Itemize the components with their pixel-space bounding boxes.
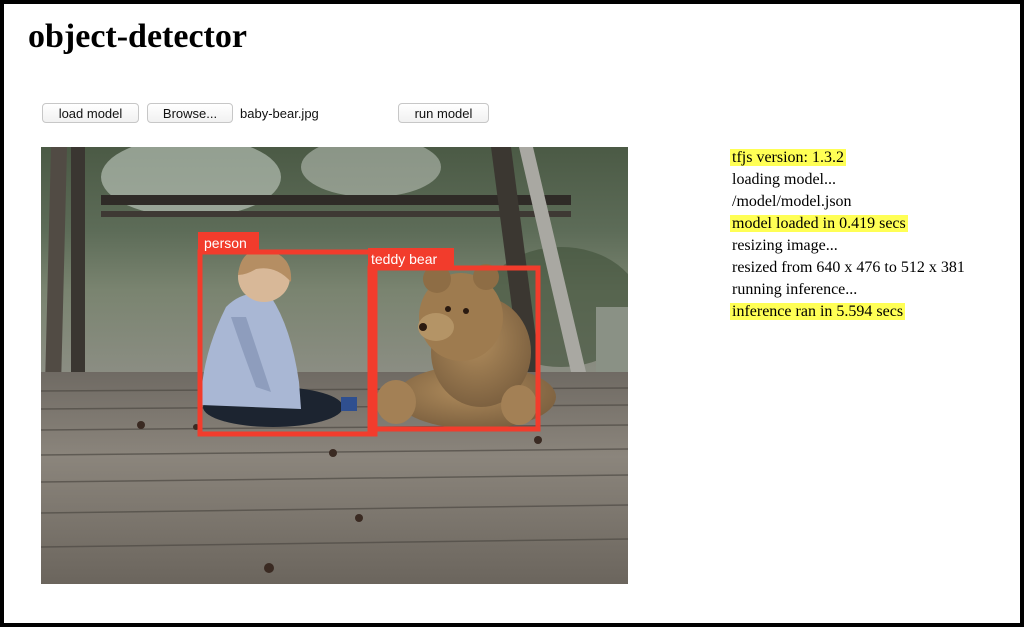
bbox-teddy-bear-label: teddy bear — [371, 251, 437, 267]
browse-button[interactable]: Browse... — [147, 103, 233, 123]
detection-image: person teddy bear — [41, 147, 628, 584]
log-line: loading model... — [732, 169, 1022, 191]
status-log: tfjs version: 1.3.2 loading model... /mo… — [730, 147, 1022, 323]
bbox-person-label: person — [204, 235, 247, 251]
log-line-text: resizing image... — [732, 237, 838, 254]
log-line: /model/model.json — [732, 191, 1022, 213]
app-frame: object-detector load model Browse... bab… — [0, 0, 1024, 627]
log-line-text: loading model... — [732, 171, 836, 188]
log-line: inference ran in 5.594 secs — [730, 301, 1022, 323]
load-model-button[interactable]: load model — [42, 103, 139, 123]
photo-canvas: person teddy bear — [41, 147, 628, 584]
log-line: running inference... — [732, 279, 1022, 301]
log-line: resized from 640 x 476 to 512 x 381 — [732, 257, 1022, 279]
log-line: tfjs version: 1.3.2 — [730, 147, 1022, 169]
log-line-text: resized from 640 x 476 to 512 x 381 — [732, 259, 965, 276]
run-model-button[interactable]: run model — [398, 103, 489, 123]
log-line-text: inference ran in 5.594 secs — [730, 303, 906, 320]
log-line: resizing image... — [732, 235, 1022, 257]
log-line-text: tfjs version: 1.3.2 — [730, 149, 846, 166]
log-line: model loaded in 0.419 secs — [730, 213, 1022, 235]
log-line-text: /model/model.json — [732, 193, 852, 210]
log-line-text: model loaded in 0.419 secs — [730, 215, 908, 232]
log-line-text: running inference... — [732, 281, 858, 298]
page-title: object-detector — [28, 18, 247, 55]
selected-file-name: baby-bear.jpg — [240, 105, 319, 121]
